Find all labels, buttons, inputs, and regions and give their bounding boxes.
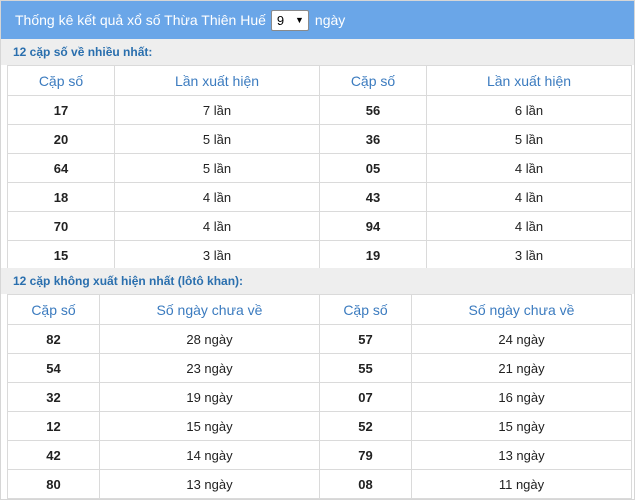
- header-suffix: ngày: [314, 12, 346, 28]
- pair-number: 08: [319, 469, 412, 499]
- pair-number: 82: [7, 324, 100, 354]
- days-absent: 23 ngày: [99, 353, 320, 383]
- stats-header: Thống kê kết quả xổ số Thừa Thiên Huế 9 …: [1, 1, 634, 39]
- column-header: Cặp số: [319, 65, 427, 96]
- days-absent: 15 ngày: [99, 411, 320, 441]
- column-header: Cặp số: [7, 65, 115, 96]
- days-absent: 28 ngày: [99, 324, 320, 354]
- days-absent: 13 ngày: [411, 440, 632, 470]
- pair-number: 05: [319, 153, 427, 183]
- days-absent: 15 ngày: [411, 411, 632, 441]
- occurrence-count: 3 lần: [426, 240, 632, 270]
- pair-number: 15: [7, 240, 115, 270]
- pair-number: 79: [319, 440, 412, 470]
- days-absent: 24 ngày: [411, 324, 632, 354]
- table-row: 54 23 ngày 55 21 ngày: [7, 353, 632, 383]
- days-select[interactable]: 9 ▼: [270, 9, 309, 31]
- pair-number: 32: [7, 382, 100, 412]
- occurrence-count: 5 lần: [114, 153, 320, 183]
- pair-number: 19: [319, 240, 427, 270]
- table-row: 12 15 ngày 52 15 ngày: [7, 411, 632, 441]
- occurrence-count: 4 lần: [426, 182, 632, 212]
- column-header: Lần xuất hiện: [114, 65, 320, 96]
- lottery-stats-panel: Thống kê kết quả xổ số Thừa Thiên Huế 9 …: [0, 0, 635, 500]
- pair-number: 80: [7, 469, 100, 499]
- pair-number: 12: [7, 411, 100, 441]
- table-header-row: Cặp số Số ngày chưa về Cặp số Số ngày ch…: [7, 294, 632, 325]
- column-header: Số ngày chưa về: [99, 294, 320, 325]
- pair-number: 43: [319, 182, 427, 212]
- pair-number: 56: [319, 95, 427, 125]
- pair-number: 52: [319, 411, 412, 441]
- table-row: 20 5 lần 36 5 lần: [7, 124, 632, 154]
- occurrence-count: 5 lần: [114, 124, 320, 154]
- occurrence-count: 4 lần: [426, 153, 632, 183]
- table-row: 18 4 lần 43 4 lần: [7, 182, 632, 212]
- pair-number: 55: [319, 353, 412, 383]
- table-row: 82 28 ngày 57 24 ngày: [7, 324, 632, 354]
- pair-number: 64: [7, 153, 115, 183]
- header-title: Thống kê kết quả xổ số Thừa Thiên Huế: [15, 12, 266, 28]
- table-row: 80 13 ngày 08 11 ngày: [7, 469, 632, 499]
- days-absent: 21 ngày: [411, 353, 632, 383]
- table-row: 64 5 lần 05 4 lần: [7, 153, 632, 183]
- most-frequent-table: Cặp số Lần xuất hiện Cặp số Lần xuất hiệ…: [7, 65, 632, 270]
- section-most-frequent-title: 12 cặp số về nhiều nhất:: [1, 39, 634, 65]
- table-row: 32 19 ngày 07 16 ngày: [7, 382, 632, 412]
- days-absent: 14 ngày: [99, 440, 320, 470]
- pair-number: 57: [319, 324, 412, 354]
- pair-number: 18: [7, 182, 115, 212]
- occurrence-count: 3 lần: [114, 240, 320, 270]
- table-row: 42 14 ngày 79 13 ngày: [7, 440, 632, 470]
- column-header: Lần xuất hiện: [426, 65, 632, 96]
- table-row: 70 4 lần 94 4 lần: [7, 211, 632, 241]
- occurrence-count: 4 lần: [114, 182, 320, 212]
- occurrence-count: 6 lần: [426, 95, 632, 125]
- occurrence-count: 7 lần: [114, 95, 320, 125]
- table-row: 17 7 lần 56 6 lần: [7, 95, 632, 125]
- chevron-down-icon: ▼: [294, 15, 304, 25]
- days-absent: 11 ngày: [411, 469, 632, 499]
- column-header: Cặp số: [319, 294, 412, 325]
- pair-number: 42: [7, 440, 100, 470]
- occurrence-count: 4 lần: [114, 211, 320, 241]
- days-absent: 19 ngày: [99, 382, 320, 412]
- absent-pairs-table: Cặp số Số ngày chưa về Cặp số Số ngày ch…: [7, 294, 632, 499]
- section-absent-title: 12 cặp không xuất hiện nhất (lôtô khan):: [1, 268, 634, 294]
- days-absent: 13 ngày: [99, 469, 320, 499]
- column-header: Cặp số: [7, 294, 100, 325]
- days-select-value: 9: [276, 12, 285, 28]
- table-header-row: Cặp số Lần xuất hiện Cặp số Lần xuất hiệ…: [7, 65, 632, 96]
- pair-number: 94: [319, 211, 427, 241]
- occurrence-count: 4 lần: [426, 211, 632, 241]
- table-row: 15 3 lần 19 3 lần: [7, 240, 632, 270]
- occurrence-count: 5 lần: [426, 124, 632, 154]
- pair-number: 17: [7, 95, 115, 125]
- pair-number: 20: [7, 124, 115, 154]
- days-absent: 16 ngày: [411, 382, 632, 412]
- pair-number: 70: [7, 211, 115, 241]
- column-header: Số ngày chưa về: [411, 294, 632, 325]
- pair-number: 54: [7, 353, 100, 383]
- pair-number: 36: [319, 124, 427, 154]
- pair-number: 07: [319, 382, 412, 412]
